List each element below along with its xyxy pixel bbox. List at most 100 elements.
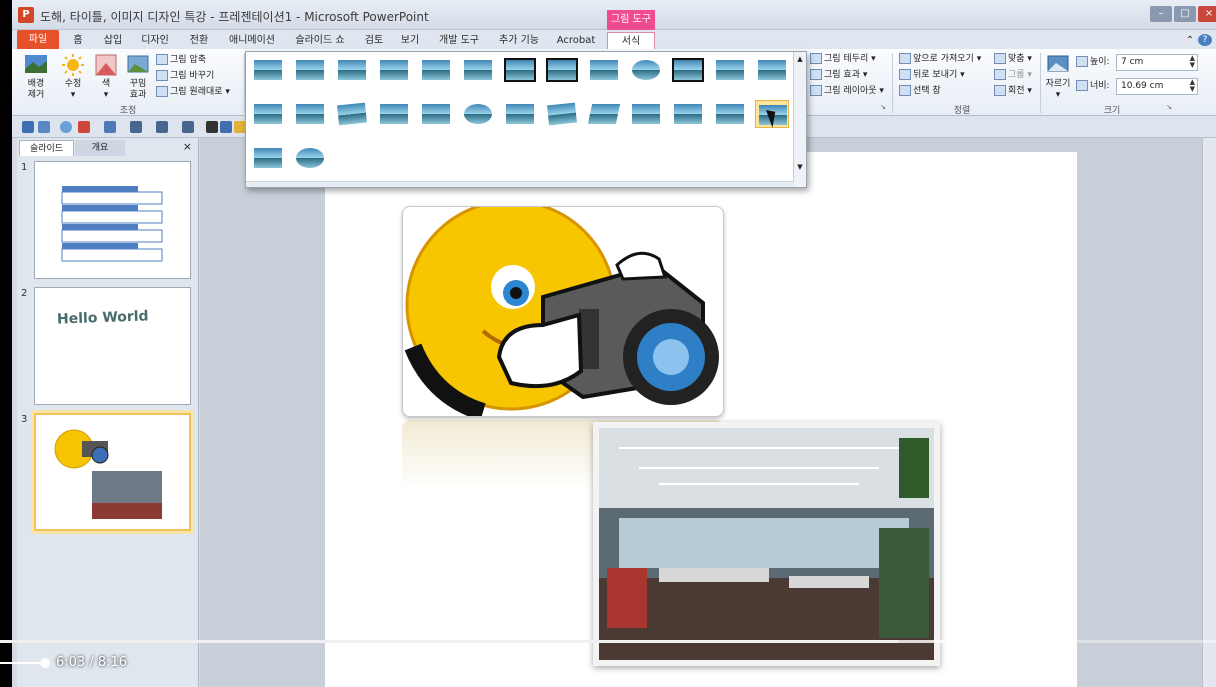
align-button[interactable]: 맞춤 ▾ [994,52,1032,67]
picture-style-option[interactable] [419,56,453,84]
gallery-scrollbar[interactable]: ▲ ▼ [793,52,806,187]
picture-style-option[interactable] [293,56,327,84]
picture-style-option[interactable] [335,100,369,128]
picture-effects-button[interactable]: 그림 효과 ▾ [810,68,867,83]
picture-style-option[interactable] [335,56,369,84]
maximize-button[interactable]: □ [1174,6,1196,22]
tab-slideshow[interactable]: 슬라이드 쇼 [292,32,348,49]
picture-style-option[interactable] [545,100,579,128]
crop-button[interactable]: 자르기 ▾ [1043,53,1073,101]
height-field[interactable]: 7 cm ▲ ▼ [1116,54,1198,71]
gallery-resize-handle[interactable] [246,181,794,187]
picture-style-option[interactable] [671,100,705,128]
picture-border-button[interactable]: 그림 테두리 ▾ [810,52,876,67]
dialog-launcher-icon[interactable]: ↘ [878,103,888,111]
send-backward-button[interactable]: 뒤로 보내기 ▾ [899,68,965,83]
picture-style-option[interactable] [293,100,327,128]
office-photo[interactable] [593,422,940,666]
rotate-button[interactable]: 회전 ▾ [994,84,1032,99]
picture-style-option[interactable] [377,56,411,84]
ribbon-collapse-icon[interactable]: ⌃ [1184,32,1196,49]
group-button[interactable]: 그룹 ▾ [994,68,1032,83]
scroll-down-icon[interactable]: ▼ [794,163,806,171]
change-picture-button[interactable]: 그림 바꾸기 [156,69,214,84]
tab-home[interactable]: 홈 [68,32,88,49]
redo-icon[interactable] [60,121,72,133]
picture-style-option[interactable] [251,100,285,128]
picture-style-option[interactable] [587,100,621,128]
tab-transitions[interactable]: 전환 [186,32,212,49]
line-spacing-icon[interactable] [156,121,168,133]
close-window-button[interactable]: × [1198,6,1216,22]
picture-style-thumbnail [338,60,366,80]
tab-addins[interactable]: 추가 기능 [496,32,542,49]
scroll-up-icon[interactable]: ▲ [794,55,806,63]
dialog-launcher-icon[interactable]: ↘ [1164,103,1174,111]
tab-view[interactable]: 보기 [398,32,422,49]
tab-file[interactable]: 파일 [17,30,59,49]
artistic-effects-label: 꾸밈 효과 [129,79,147,100]
vertical-scrollbar[interactable] [1202,138,1216,687]
bring-forward-button[interactable]: 앞으로 가져오기 ▾ [899,52,981,67]
tab-review[interactable]: 검토 [362,32,386,49]
reset-picture-button[interactable]: 그림 원래대로 ▾ [156,85,230,100]
color-button[interactable]: 색 ▾ [92,53,120,101]
picture-style-option[interactable] [755,56,789,84]
spinner-arrows-icon[interactable]: ▲ ▼ [1190,79,1195,93]
slide-number: 2 [21,288,28,299]
tab-format[interactable]: 서식 [607,32,655,49]
picture-style-option[interactable] [503,56,537,84]
tab-design[interactable]: 디자인 [140,32,170,49]
compress-pictures-button[interactable]: 그림 압축 [156,53,206,68]
picture-style-option[interactable] [545,56,579,84]
current-slide[interactable] [325,152,1077,687]
move-icon[interactable] [206,121,218,133]
help-icon[interactable]: ? [1198,34,1212,46]
remove-background-button[interactable]: 배경 제거 [18,53,54,101]
save-icon[interactable] [22,121,34,133]
picture-style-option[interactable] [713,56,747,84]
picture-style-option[interactable] [251,144,285,172]
line-weight-icon[interactable] [130,121,142,133]
picture-style-option[interactable] [293,144,327,172]
shape-fill-icon[interactable] [78,121,90,133]
picture-style-option[interactable] [587,56,621,84]
tab-developer[interactable]: 개발 도구 [436,32,482,49]
picture-style-option[interactable] [419,100,453,128]
volume-slider-knob[interactable] [40,658,50,668]
slide-thumbnail-1[interactable] [34,161,191,279]
picture-style-option[interactable] [629,100,663,128]
picture-style-option[interactable] [251,56,285,84]
picture-layout-button[interactable]: 그림 레이아웃 ▾ [810,84,884,99]
pen-icon[interactable] [104,121,116,133]
tab-acrobat[interactable]: Acrobat [556,32,596,49]
corrections-button[interactable]: 수정 ▾ [58,53,88,101]
tab-outline[interactable]: 개요 [75,140,125,156]
slide-thumbnail-3[interactable] [34,413,191,531]
dash-type-icon[interactable] [182,121,194,133]
picture-style-option[interactable] [713,100,747,128]
bring-forward-label: 앞으로 가져오기 [913,54,974,64]
spinner-arrows-icon[interactable]: ▲ ▼ [1190,55,1195,69]
close-icon[interactable]: × [183,140,192,153]
group-separator [892,53,893,113]
selection-pane-button[interactable]: 선택 창 [899,84,941,99]
window-title: 도해, 타이틀, 이미지 디자인 특강 - 프레젠테이션1 - Microsof… [40,10,429,24]
picture-style-option[interactable] [461,56,495,84]
picture-style-option[interactable] [503,100,537,128]
tab-slides[interactable]: 슬라이드 [19,140,74,156]
smiley-camera-picture[interactable] [402,206,724,417]
minimize-button[interactable]: – [1150,6,1172,22]
crop-small-icon[interactable] [220,121,232,133]
slide-thumbnail-2[interactable]: Hello World [34,287,191,405]
picture-style-option[interactable] [671,56,705,84]
undo-icon[interactable] [38,121,50,133]
artistic-effects-button[interactable]: 꾸밈 효과 [122,53,154,101]
tab-animations[interactable]: 애니메이션 [226,32,278,49]
picture-style-option[interactable] [377,100,411,128]
powerpoint-logo-icon[interactable]: P [18,7,34,23]
picture-style-option[interactable] [629,56,663,84]
picture-style-option[interactable] [461,100,495,128]
width-field[interactable]: 10.69 cm ▲ ▼ [1116,78,1198,95]
tab-insert[interactable]: 삽입 [100,32,126,49]
